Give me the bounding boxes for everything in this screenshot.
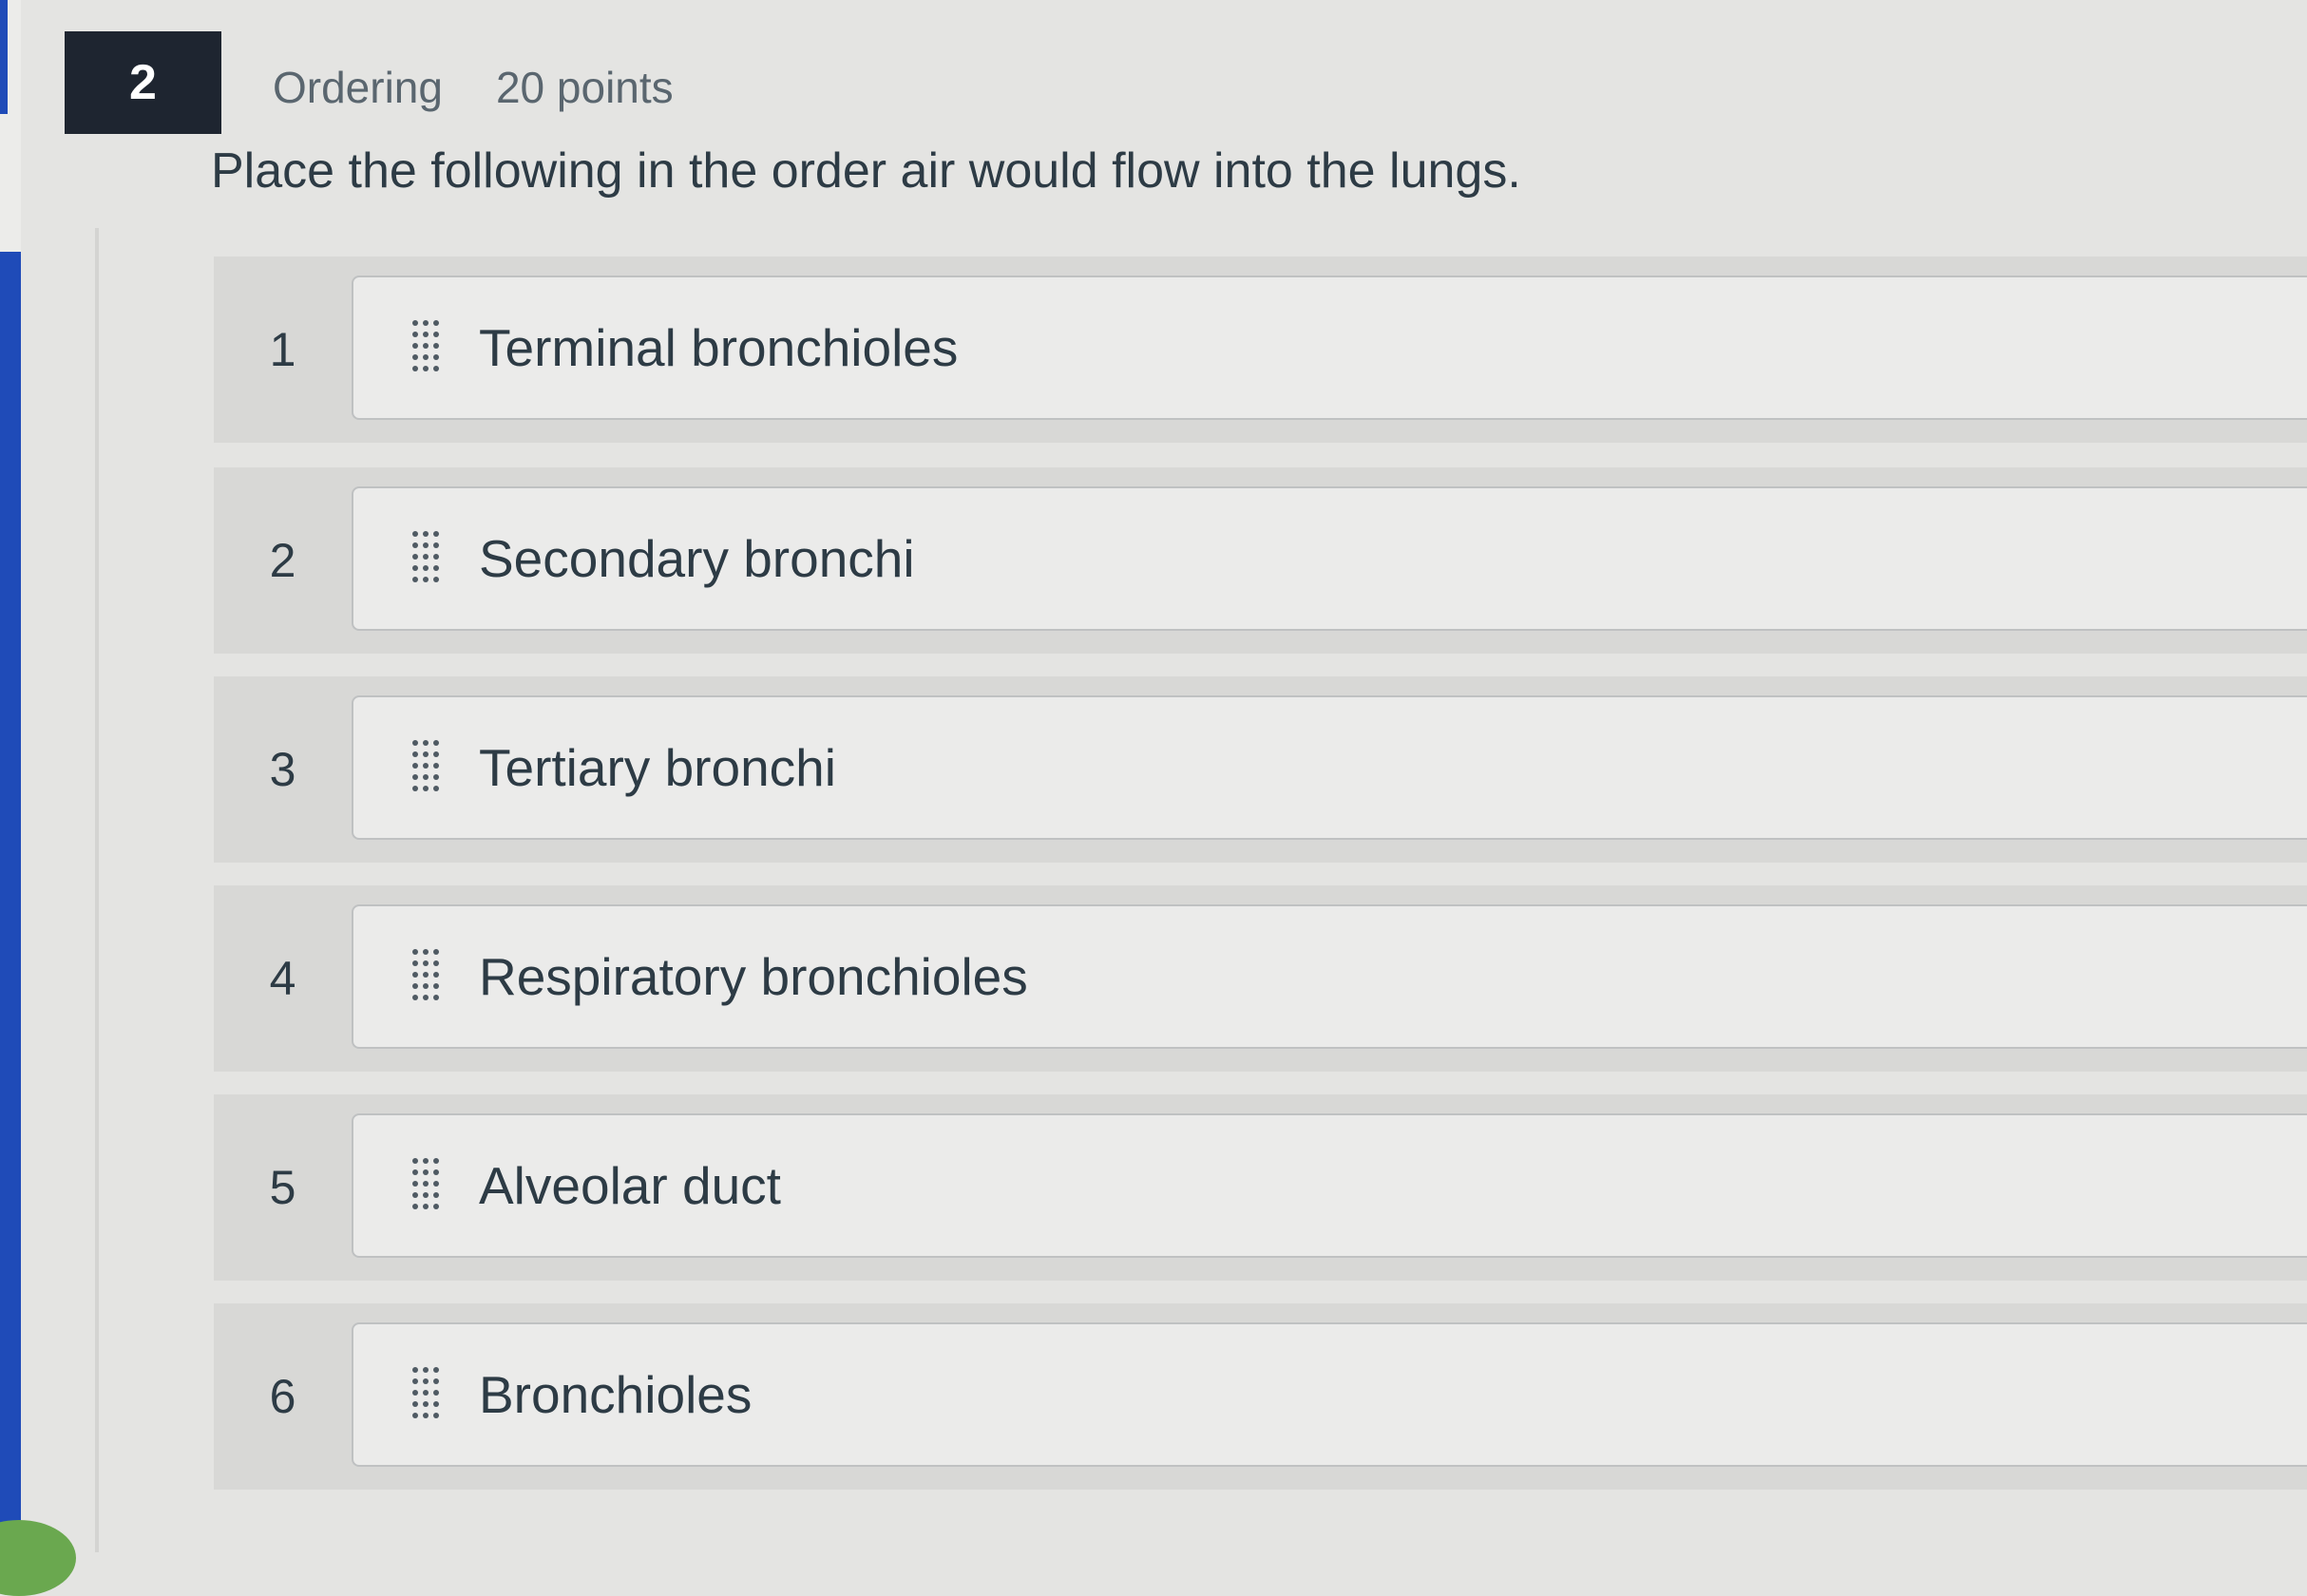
question-type: Ordering [273,63,443,112]
ordering-item-label: Terminal bronchioles [479,318,959,377]
ordering-item-label: Alveolar duct [479,1156,781,1215]
ordering-item[interactable]: Alveolar duct [352,1113,2307,1258]
drag-handle-icon[interactable] [412,531,439,586]
ordering-item-label: Respiratory bronchioles [479,947,1028,1006]
content-divider [95,228,99,1552]
ordering-item-label: Tertiary bronchi [479,738,836,797]
row-position: 4 [269,952,296,1005]
row-position: 3 [269,743,296,796]
ordering-item-label: Secondary bronchi [479,529,915,588]
ordering-row: 2 Secondary bronchi [214,467,2307,654]
row-position: 6 [269,1370,296,1423]
nav-accent-top [0,0,8,114]
question-number-badge: 2 [65,31,221,134]
question-meta: Ordering 20 points [273,57,674,118]
left-nav-edge [0,0,21,1552]
ordering-item[interactable]: Bronchioles [352,1322,2307,1467]
drag-handle-icon[interactable] [412,740,439,795]
row-position: 1 [269,323,296,376]
ordering-row: 5 Alveolar duct [214,1094,2307,1281]
row-position: 5 [269,1161,296,1214]
row-position: 2 [269,534,296,587]
ordering-item[interactable]: Respiratory bronchioles [352,904,2307,1049]
drag-handle-icon[interactable] [412,1367,439,1422]
ordering-item[interactable]: Tertiary bronchi [352,695,2307,840]
ordering-row: 1 Terminal bronchioles [214,256,2307,443]
drag-handle-icon[interactable] [412,320,439,375]
question-points: 20 points [495,63,674,112]
status-indicator [0,1520,76,1596]
drag-handle-icon[interactable] [412,1158,439,1213]
drag-handle-icon[interactable] [412,949,439,1004]
ordering-item-label: Bronchioles [479,1365,753,1424]
ordering-row: 3 Tertiary bronchi [214,676,2307,863]
nav-accent-bar [0,252,21,1552]
question-prompt: Place the following in the order air wou… [211,143,1521,199]
ordering-item[interactable]: Terminal bronchioles [352,276,2307,420]
ordering-row: 4 Respiratory bronchioles [214,885,2307,1072]
ordering-row: 6 Bronchioles [214,1303,2307,1490]
ordering-item[interactable]: Secondary bronchi [352,486,2307,631]
